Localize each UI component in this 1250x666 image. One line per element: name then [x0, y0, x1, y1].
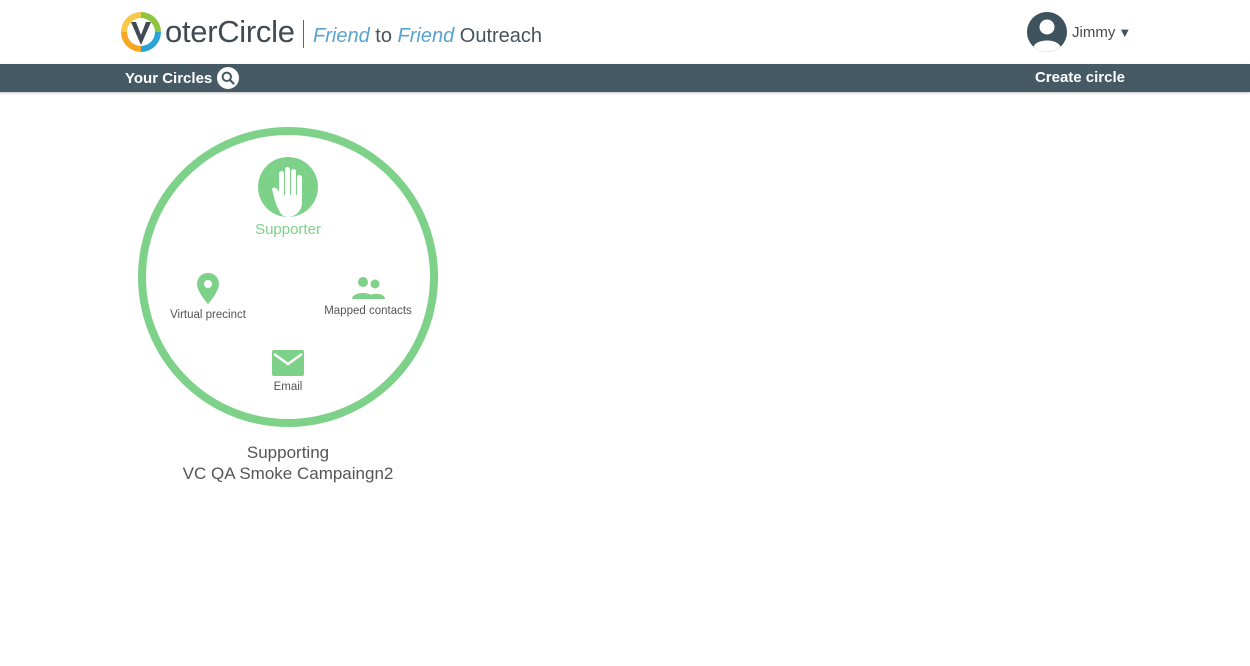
tagline-word: Friend [397, 25, 455, 47]
user-name: Jimmy [1072, 23, 1116, 41]
user-avatar-icon [1027, 12, 1067, 52]
caret-down-icon: ▼ [1118, 24, 1132, 40]
nav-bar: Your Circles Create circle [0, 64, 1250, 92]
envelope-icon [272, 350, 304, 376]
logo-divider [303, 20, 304, 48]
tagline-word: to [375, 25, 392, 47]
circle-role-label: Supporter [255, 221, 321, 238]
feature-label: Email [273, 381, 303, 393]
feature-mapped-contacts: Mapped contacts [313, 275, 423, 317]
circle-caption-campaign: VC QA Smoke Campaingn2 [182, 464, 394, 483]
circle-caption-role: Supporting [246, 443, 330, 462]
your-circles-link[interactable]: Your Circles [125, 64, 240, 92]
tagline: Friend to Friend Outreach [313, 22, 542, 50]
logo-mark-icon [121, 12, 161, 52]
feature-label: Mapped contacts [324, 305, 412, 317]
feature-virtual-precinct: Virtual precinct [158, 272, 258, 321]
tagline-word: Friend [313, 25, 370, 47]
circle-card[interactable]: Supporter Virtual precinct Mapped contac… [138, 127, 438, 427]
circle-caption: Supporting VC QA Smoke Campaingn2 [138, 442, 438, 484]
tagline-word: Outreach [459, 25, 543, 47]
app-header: oterCircle Friend to Friend Outreach Jim… [0, 0, 1250, 64]
people-icon [352, 277, 385, 299]
votercircle-logo[interactable]: oterCircle [118, 9, 295, 55]
logo-wordmark: oterCircle [165, 14, 295, 49]
raised-hand-icon [258, 157, 318, 217]
create-circle-button[interactable]: Create circle [1035, 64, 1125, 92]
feature-email: Email [238, 349, 338, 393]
feature-label: Virtual precinct [170, 309, 246, 321]
search-icon[interactable] [217, 67, 240, 89]
your-circles-label: Your Circles [125, 69, 213, 87]
user-menu[interactable]: Jimmy ▼ [1027, 12, 1131, 52]
map-pin-icon [197, 273, 219, 304]
